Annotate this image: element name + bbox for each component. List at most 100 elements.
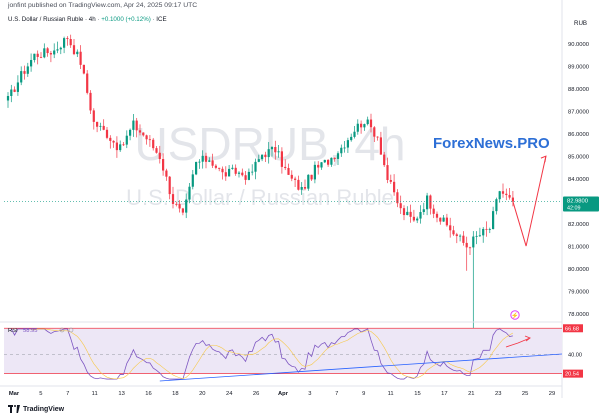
candle-body: [369, 119, 373, 128]
candle-body: [181, 208, 184, 213]
tradingview-logo[interactable]: TradingView: [8, 405, 64, 413]
candle-body: [270, 147, 274, 150]
candle-body: [442, 217, 445, 222]
candle-body: [66, 38, 69, 39]
candle-body: [320, 162, 323, 168]
candle-body: [135, 120, 138, 131]
candle-body: [350, 136, 353, 141]
rsi-mid-label: 40.00: [568, 353, 582, 359]
rsi-label: RSI: [8, 328, 18, 334]
candle-body: [99, 125, 102, 127]
candle-body: [366, 119, 369, 125]
candle-body: [138, 130, 142, 133]
candle-body: [465, 242, 468, 248]
candle-body: [109, 137, 112, 141]
candle-body: [59, 47, 62, 50]
candle-body: [218, 167, 221, 169]
price-tick-label: 78.0000: [568, 312, 589, 318]
candle-body: [412, 216, 415, 221]
candle-body: [439, 217, 442, 222]
candle-body: [125, 135, 128, 145]
candle-body: [26, 66, 29, 74]
time-tick-label: 7: [335, 391, 338, 397]
rsi-upper-badge-text: 66.68: [565, 326, 579, 332]
candle-body: [416, 218, 419, 221]
price-tick-label: 79.0000: [568, 290, 589, 296]
candle-body: [145, 135, 148, 140]
candle-body: [112, 140, 115, 143]
candle-body: [445, 217, 448, 226]
candle-body: [409, 211, 412, 217]
price-tick-label: 82.0000: [568, 222, 589, 228]
candle-body: [399, 203, 402, 209]
price-tick-label: 88.0000: [568, 87, 589, 93]
candle-body: [208, 160, 211, 162]
candle-body: [122, 144, 125, 146]
candle-body: [492, 211, 495, 230]
candle-body: [317, 164, 320, 168]
candle-body: [488, 229, 491, 230]
candle-body: [277, 151, 280, 153]
time-tick-label: 21: [468, 391, 474, 397]
watermark-name: U.S. Dollar / Russian Ruble: [126, 185, 394, 210]
price-tick-label: 84.0000: [568, 177, 589, 183]
chart-canvas: 90.0000 89.0000 88.0000 87.0000 86.0000 85.00…: [0, 0, 599, 398]
candle-body: [333, 157, 336, 159]
candle-body: [303, 187, 307, 189]
candle-body: [76, 51, 79, 55]
candle-body: [198, 161, 201, 163]
candle-body: [455, 234, 458, 237]
candle-body: [30, 60, 33, 67]
candle-body: [426, 195, 429, 210]
candle-body: [82, 64, 85, 74]
candle-body: [234, 167, 237, 174]
candle-body: [201, 155, 204, 162]
candle-body: [508, 195, 511, 198]
candle-body: [386, 165, 389, 180]
last-price-countdown: 42:09: [567, 206, 581, 212]
candle-body: [307, 174, 310, 189]
candle-body: [402, 208, 406, 216]
price-tick-label: 90.0000: [568, 42, 589, 48]
candle-body: [393, 181, 396, 193]
candle-body: [290, 174, 293, 179]
candle-body: [389, 179, 392, 182]
time-tick-label: 11: [92, 391, 98, 397]
time-tick-label: 23: [495, 391, 501, 397]
candle-body: [287, 168, 290, 175]
candle-body: [228, 168, 231, 177]
price-tick-label: 86.0000: [568, 132, 589, 138]
candle-body: [46, 48, 49, 54]
candle-body: [33, 53, 36, 61]
candle-body: [69, 38, 72, 46]
candle-body: [363, 124, 366, 128]
candle-body: [142, 132, 145, 136]
time-tick-label: 20: [199, 391, 205, 397]
candle-body: [188, 186, 191, 200]
candle-body: [211, 160, 214, 166]
candle-body: [498, 191, 501, 200]
candle-body: [511, 197, 514, 202]
candle-body: [472, 236, 475, 248]
candle-body: [356, 123, 359, 132]
candle-body: [231, 167, 234, 169]
candle-body: [485, 228, 488, 230]
candle-body: [195, 161, 198, 175]
candle-body: [224, 172, 227, 177]
time-tick-label: 3: [308, 391, 311, 397]
brand-text: ForexNews.PRO: [433, 135, 550, 152]
candle-body: [274, 147, 277, 153]
price-tick-label: 85.0000: [568, 155, 589, 161]
candle-body: [178, 204, 181, 209]
time-tick-label: 9: [362, 391, 365, 397]
candle-body: [92, 110, 95, 122]
candle-body: [185, 199, 188, 213]
alert-marker-glyph: ⚡: [511, 312, 518, 320]
candle-body: [346, 140, 349, 148]
candle-body: [119, 144, 122, 151]
rsi-value: 58.95: [23, 328, 38, 334]
candle-body: [152, 139, 155, 149]
candle-body: [155, 148, 158, 153]
candle-body: [459, 235, 462, 237]
time-tick-label: Apr: [278, 391, 289, 397]
